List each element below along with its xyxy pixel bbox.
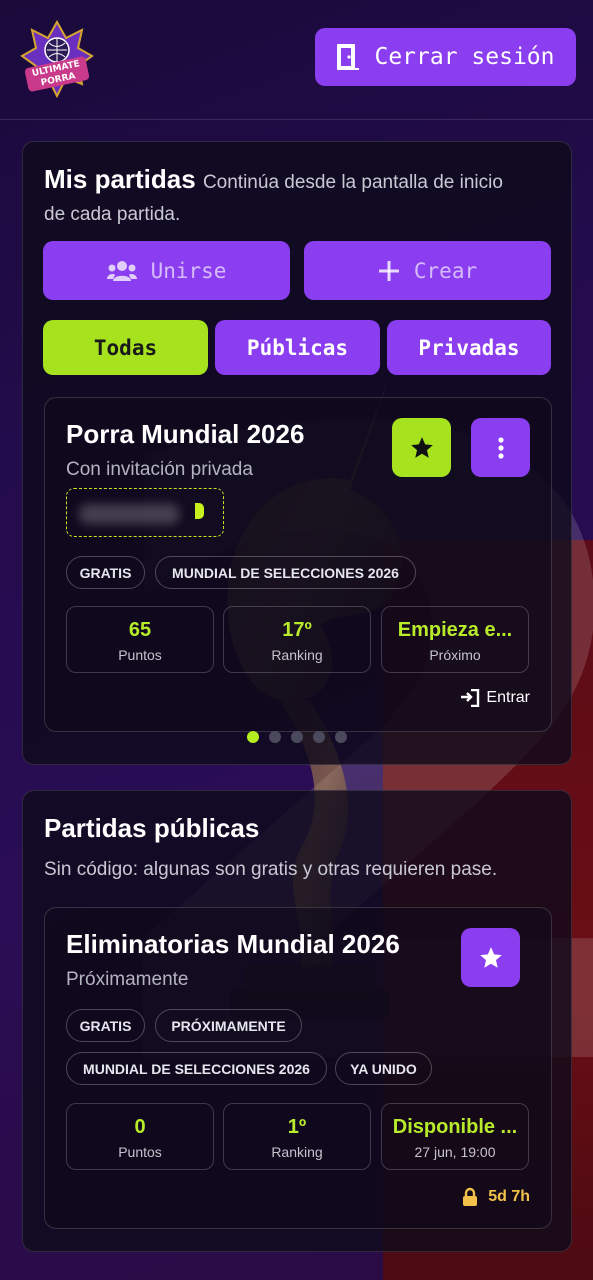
logout-label: Cerrar sesión (374, 44, 555, 70)
sign-in-icon (461, 689, 480, 707)
lock-icon (463, 1187, 478, 1206)
carousel-dot-4[interactable] (313, 731, 325, 743)
carousel-dot-2[interactable] (269, 731, 281, 743)
my-games-heading: Mis partidas Continúa desde la pantalla … (44, 164, 503, 195)
door-exit-icon (337, 44, 360, 70)
top-bar: ULTIMATE PORRA Cerrar sesión (0, 0, 593, 120)
tag-upcoming: PRÓXIMAMENTE (155, 1009, 302, 1042)
stat-ranking-value: 1º (287, 1116, 307, 1138)
tag-competition: MUNDIAL DE SELECCIONES 2026 (155, 556, 416, 589)
countdown-text: 5d 7h (488, 1188, 530, 1205)
create-button[interactable]: Crear (304, 241, 551, 300)
carousel-indicator (23, 731, 571, 743)
filter-public-tab[interactable]: Públicas (215, 320, 380, 375)
invite-code-field[interactable] (66, 488, 224, 537)
copy-code-icon[interactable] (195, 503, 204, 519)
join-label: Unirse (150, 258, 227, 283)
favorite-button[interactable] (392, 418, 451, 477)
game-card-porra-mundial[interactable]: Porra Mundial 2026 Con invitación privad… (44, 397, 552, 732)
favorite-button[interactable] (461, 928, 520, 987)
tag-competition: MUNDIAL DE SELECCIONES 2026 (66, 1052, 327, 1085)
carousel-dot-5[interactable] (335, 731, 347, 743)
game-title: Porra Mundial 2026 (66, 419, 305, 449)
stat-next-label: Próximo (429, 647, 481, 663)
stat-ranking: 1º Ranking (223, 1103, 371, 1170)
join-button[interactable]: Unirse (43, 241, 290, 300)
enter-label: Entrar (486, 689, 530, 706)
logout-button[interactable]: Cerrar sesión (315, 28, 576, 86)
stat-points: 0 Puntos (66, 1103, 214, 1170)
stat-points-label: Puntos (118, 647, 162, 663)
more-options-button[interactable] (471, 418, 530, 477)
game-title: Eliminatorias Mundial 2026 (66, 929, 400, 959)
filter-all-tab[interactable]: Todas (43, 320, 208, 375)
stat-ranking: 17º Ranking (223, 606, 371, 673)
stat-next: Empieza e... Próximo (381, 606, 529, 673)
carousel-dot-3[interactable] (291, 731, 303, 743)
filter-private-tab[interactable]: Privadas (387, 320, 551, 375)
stat-ranking-label: Ranking (271, 647, 323, 663)
game-card-eliminatorias[interactable]: Eliminatorias Mundial 2026 Próximamente … (44, 907, 552, 1229)
stat-availability-value: Disponible ... (392, 1116, 518, 1138)
plus-icon (378, 260, 399, 281)
kebab-menu-icon (497, 436, 504, 459)
stat-points: 65 Puntos (66, 606, 214, 673)
star-icon (479, 946, 502, 968)
my-games-card: Mis partidas Continúa desde la pantalla … (22, 141, 572, 765)
ultimate-porra-logo[interactable]: ULTIMATE PORRA (20, 20, 94, 98)
carousel-dot-1[interactable] (247, 731, 259, 743)
public-games-title: Partidas públicas (44, 813, 260, 843)
create-label: Crear (413, 258, 478, 283)
tag-free: GRATIS (66, 556, 145, 589)
game-status: Con invitación privada (66, 459, 253, 480)
blurred-invite-code (79, 504, 179, 524)
stat-ranking-value: 17º (282, 619, 312, 641)
stat-availability: Disponible ... 27 jun, 19:00 (381, 1103, 529, 1170)
star-icon (410, 436, 433, 458)
my-games-subtitle-cont: de cada partida. (44, 204, 181, 225)
stat-next-value: Empieza e... (397, 619, 513, 641)
stat-points-value: 0 (134, 1116, 146, 1138)
stat-ranking-label: Ranking (271, 1144, 323, 1160)
countdown: 5d 7h (462, 1187, 530, 1207)
my-games-subtitle: Continúa desde la pantalla de inicio (202, 172, 503, 193)
enter-game-link[interactable]: Entrar (460, 689, 530, 707)
stat-points-value: 65 (128, 619, 152, 641)
game-status: Próximamente (66, 969, 189, 990)
tag-free: GRATIS (66, 1009, 145, 1042)
stat-points-label: Puntos (118, 1144, 162, 1160)
tag-joined: YA UNIDO (335, 1052, 432, 1085)
public-games-card: Partidas públicas Sin código: algunas so… (22, 790, 572, 1252)
public-games-description: Sin código: algunas son gratis y otras r… (44, 859, 498, 880)
my-games-title: Mis partidas (44, 164, 196, 194)
stat-availability-date: 27 jun, 19:00 (414, 1144, 496, 1160)
users-icon (106, 260, 137, 281)
